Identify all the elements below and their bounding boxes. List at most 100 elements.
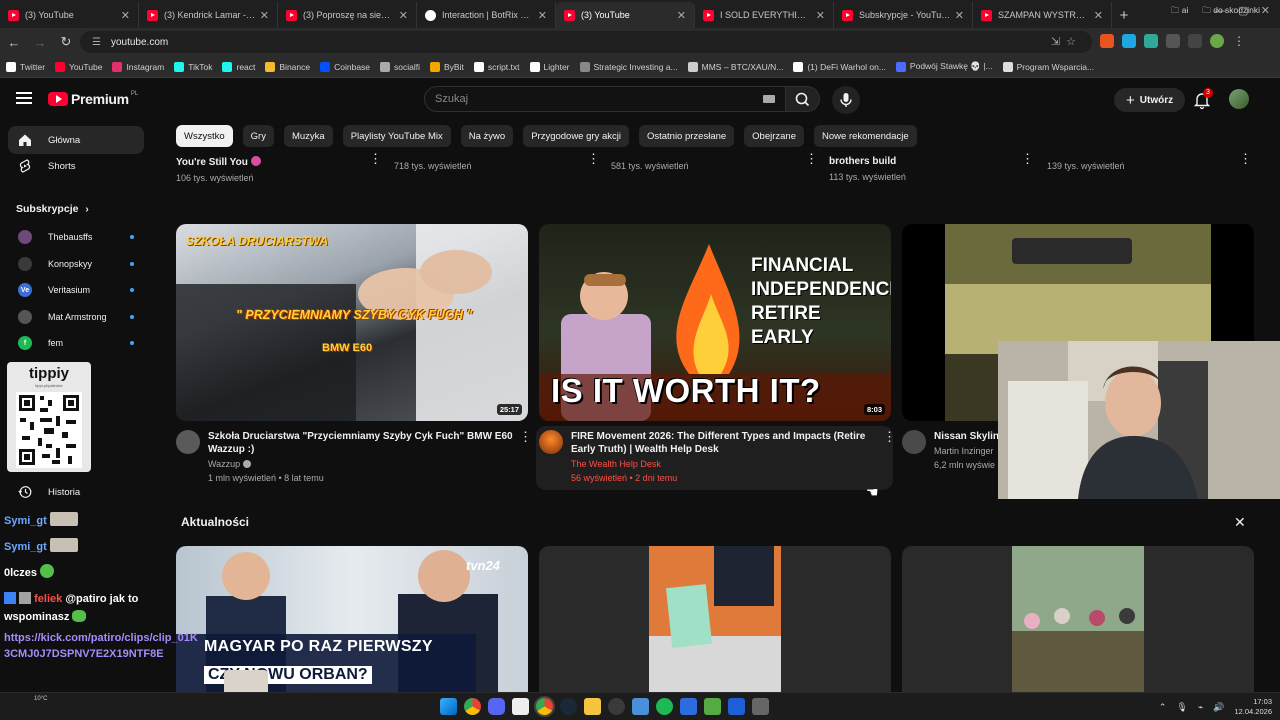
close-icon[interactable]: ✕ (816, 9, 825, 22)
filter-chip[interactable]: Nowe rekomendacje (814, 125, 917, 147)
filter-chip[interactable]: Gry (242, 125, 274, 147)
bookmark-item[interactable]: YouTube (55, 61, 102, 72)
subscription-item[interactable]: Konopskyy (18, 253, 138, 275)
filter-chip[interactable]: Muzyka (283, 125, 333, 147)
filter-chip[interactable]: Na żywo (460, 125, 514, 147)
chrome-icon[interactable] (464, 698, 481, 715)
channel-avatar[interactable] (902, 430, 926, 454)
more-options-icon[interactable] (1021, 151, 1034, 167)
weather-widget[interactable]: 10°C (34, 696, 47, 702)
file-explorer-icon[interactable] (584, 698, 601, 715)
subscription-item[interactable]: f fem (18, 332, 138, 354)
bookmark-item[interactable]: Lighter (529, 61, 570, 72)
back-icon[interactable]: ← (2, 35, 26, 50)
bookmark-item[interactable]: Strategic Investing a... (579, 61, 678, 72)
filter-chip[interactable]: Ostatnio przesłane (638, 125, 735, 147)
close-icon[interactable]: ✕ (399, 9, 408, 22)
ccleaner-icon[interactable] (608, 698, 625, 715)
filter-chip[interactable]: Obejrzane (744, 125, 805, 147)
hamburger-menu-icon[interactable] (16, 92, 32, 104)
sidebar-item-history[interactable]: Historia (8, 478, 144, 506)
windows-start-icon[interactable] (440, 698, 457, 715)
video-card-partial[interactable]: 718 tys. wyświetleń (394, 161, 472, 171)
profile-icon[interactable] (1210, 34, 1224, 48)
chevron-up-icon[interactable]: ⌃ (1159, 702, 1167, 713)
channel-avatar[interactable] (539, 430, 563, 454)
sidebar-item-home[interactable]: Główna (8, 126, 144, 154)
close-icon[interactable]: ✕ (121, 9, 130, 22)
channel-name[interactable]: Wazzup (208, 459, 513, 469)
browser-tab[interactable]: (3) YouTube ✕ (0, 2, 139, 28)
system-clock[interactable]: 17:03 12.04.2026 (1234, 697, 1272, 717)
bookmark-item[interactable]: socialfi (380, 61, 420, 72)
account-avatar[interactable] (1229, 89, 1249, 109)
more-options-icon[interactable] (1239, 151, 1252, 167)
network-icon[interactable]: ⌁ (1198, 702, 1203, 713)
menu-icon[interactable]: ⋮ (1232, 34, 1246, 48)
browser-tab[interactable]: (3) Kendrick Lamar - King ✕ (139, 2, 278, 28)
browser-tab[interactable]: SZAMPAN WYSTRZELIŁ U ✕ (973, 2, 1112, 28)
bookmark-item[interactable]: Twitter (6, 61, 45, 72)
news-thumbnail[interactable] (539, 546, 891, 692)
keyboard-icon[interactable] (763, 95, 775, 103)
channel-name[interactable]: The Wealth Help Desk (571, 459, 876, 469)
bookmark-item[interactable]: TikTok (174, 61, 212, 72)
more-options-icon[interactable] (883, 429, 896, 445)
site-info-icon[interactable]: ☰ (92, 37, 101, 48)
app-icon[interactable] (512, 698, 529, 715)
close-icon[interactable]: ✕ (260, 9, 269, 22)
search-button[interactable] (786, 86, 820, 112)
chat-link[interactable]: https://kick.com/patiro/clips/clip_01K3C… (4, 630, 200, 662)
more-options-icon[interactable] (369, 151, 382, 167)
browser-tab[interactable]: (3) Poproszę na siebie - Y ✕ (278, 2, 417, 28)
bookmark-item[interactable]: Instagram (112, 61, 164, 72)
more-options-icon[interactable] (805, 151, 818, 167)
network-app-icon[interactable] (632, 698, 649, 715)
sidebar-item-shorts[interactable]: Shorts (8, 152, 144, 180)
forward-icon[interactable]: → (28, 35, 52, 50)
bookmark-item[interactable]: script.txt (473, 61, 520, 72)
bookmark-item[interactable]: Binance (265, 61, 310, 72)
extension-icon[interactable] (1122, 34, 1136, 48)
subscription-item[interactable]: Mat Armstrong (18, 306, 138, 328)
bookmark-item[interactable]: Coinbase (320, 61, 370, 72)
video-thumbnail[interactable]: SZKOŁA DRUCIARSTWA " PRZYCIEMNIAMY SZYBY… (176, 224, 528, 421)
browser-tab[interactable]: I SOLD EVERYTHING BUT ✕ (695, 2, 834, 28)
video-card-partial[interactable]: brothers build 113 tys. wyświetleń (829, 156, 906, 182)
video-card-partial[interactable]: 581 tys. wyświetleń (611, 161, 689, 171)
volume-icon[interactable]: 🔊 (1213, 702, 1224, 713)
filter-chip[interactable]: Wszystko (176, 125, 233, 147)
calculator-icon[interactable] (752, 698, 769, 715)
more-options-icon[interactable] (587, 151, 600, 167)
search-input[interactable]: Szukaj (424, 86, 786, 112)
new-tab-button[interactable]: + (1112, 2, 1136, 28)
bookmark-item[interactable]: Program Wsparcia... (1002, 61, 1094, 72)
youtube-logo[interactable]: Premium PL (48, 91, 138, 107)
video-thumbnail[interactable]: FINANCIAL INDEPENDENCE RETIRE EARLY IS I… (539, 224, 891, 421)
spotify-icon[interactable] (656, 698, 673, 715)
puzzle-icon[interactable] (1166, 34, 1180, 48)
bookmark-item[interactable]: Podwój Stawkę 💀 |... (895, 61, 993, 72)
bookmark-item[interactable]: (1) DeFi Warhol on... (793, 61, 886, 72)
steam-icon[interactable] (560, 698, 577, 715)
playlist-icon[interactable] (1188, 34, 1202, 48)
video-card-partial[interactable]: 139 tys. wyświetleń (1047, 161, 1125, 171)
bookmark-folder-ai[interactable]: 🗀 ai (1171, 5, 1189, 19)
app-icon[interactable] (728, 698, 745, 715)
browser-tab[interactable]: Subskrypcje - YouTube ✕ (834, 2, 973, 28)
filter-chip[interactable]: Playlisty YouTube Mix (342, 125, 451, 147)
close-icon[interactable]: ✕ (538, 9, 547, 22)
voice-search-button[interactable] (832, 86, 860, 114)
microphone-icon[interactable]: 🎙 (1176, 702, 1187, 713)
bookmark-item[interactable]: ByBit (430, 61, 464, 72)
extension-icon[interactable] (1144, 34, 1158, 48)
app-icon[interactable] (680, 698, 697, 715)
video-title[interactable]: Szkoła Druciarstwa "Przyciemniamy Szyby … (208, 430, 513, 456)
close-icon[interactable]: ✕ (1234, 514, 1246, 531)
obs-icon[interactable] (704, 698, 721, 715)
channel-avatar[interactable] (176, 430, 200, 454)
browser-tab-active[interactable]: (3) YouTube ✕ (556, 2, 695, 28)
address-bar[interactable]: ☰ youtube.com ⇲☆ (80, 31, 1092, 53)
bookmark-item[interactable]: react (222, 61, 255, 72)
bookmark-folder-skodzinki[interactable]: 🗀 do skodzinki (1202, 5, 1260, 19)
